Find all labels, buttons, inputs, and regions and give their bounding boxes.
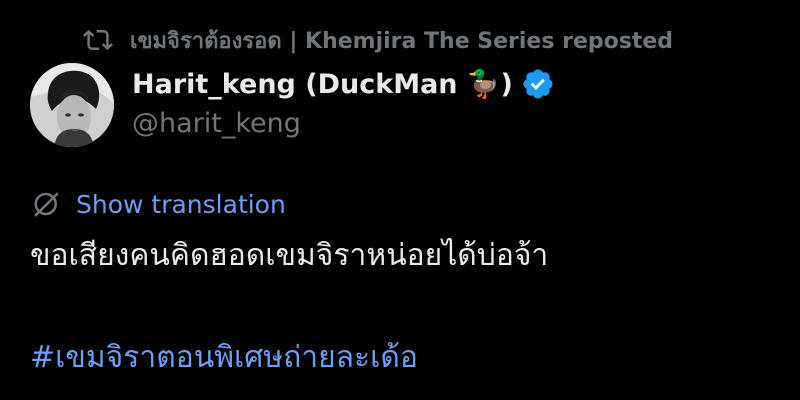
author-display-name[interactable]: Harit_keng (DuckMan 🦆) [132, 68, 513, 100]
repost-icon [82, 24, 114, 56]
globe-icon [34, 192, 59, 217]
show-translation[interactable]: Show translation [32, 186, 286, 222]
show-translation-link[interactable]: Show translation [76, 190, 286, 219]
tweet-text: ขอเสียงคนคิดฮอดเขมจิราหน่อยได้บ่อจ้า [30, 238, 549, 273]
author-handle[interactable]: @harit_keng [132, 108, 301, 139]
repost-header[interactable]: เขมจิราต้องรอด | Khemjira The Series rep… [82, 22, 673, 58]
verified-badge-icon [521, 67, 555, 101]
repost-text: เขมจิราต้องรอด | Khemjira The Series rep… [130, 28, 674, 54]
avatar[interactable] [30, 63, 114, 147]
author-name-row[interactable]: Harit_keng (DuckMan 🦆) [132, 64, 555, 104]
hashtag-link[interactable]: #เขมจิราตอนพิเศษถ่ายละเด้อ [30, 334, 418, 381]
